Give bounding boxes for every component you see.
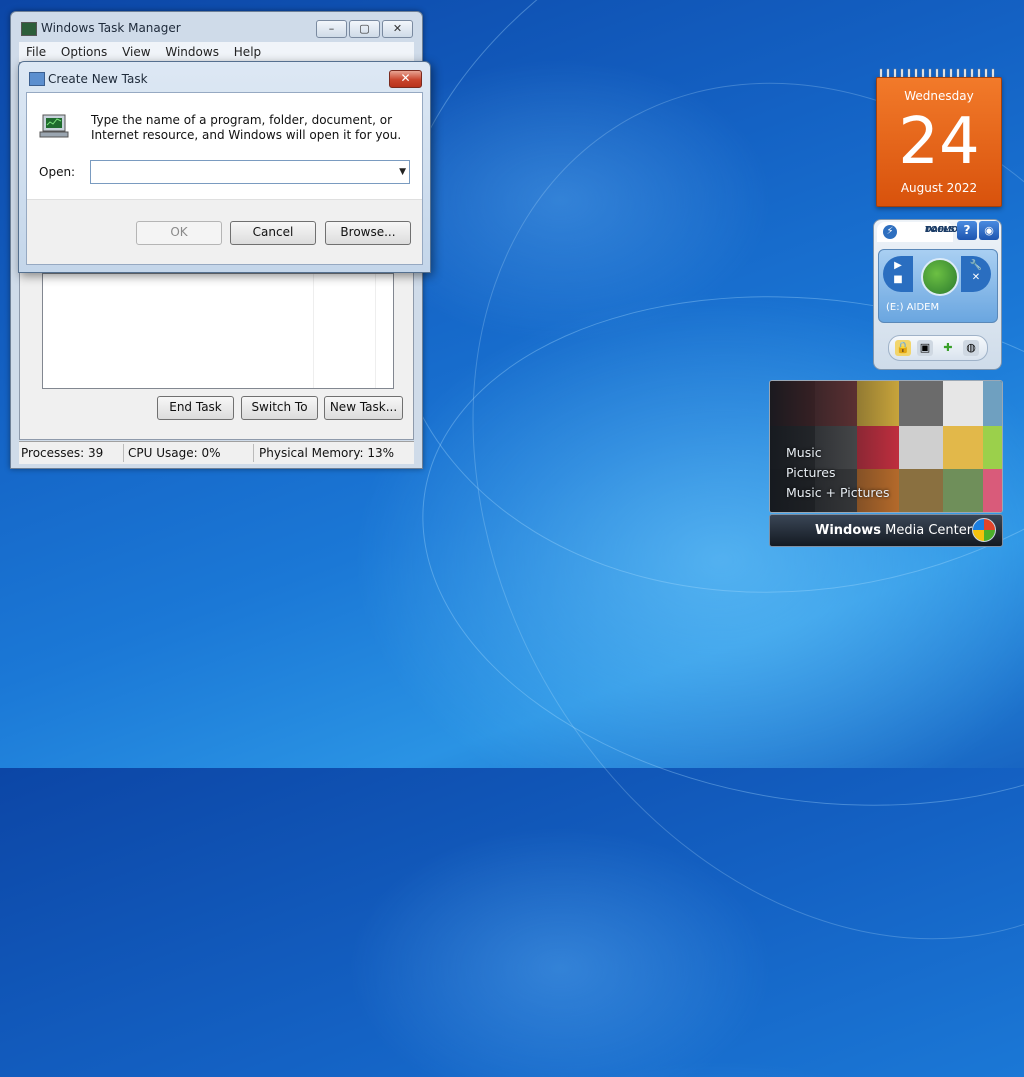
menu-bar: File Options View Windows Help [19, 42, 414, 62]
minimize-button[interactable]: – [316, 20, 347, 38]
menu-options[interactable]: Options [61, 42, 107, 62]
lock-icon[interactable]: 🔒 [895, 340, 911, 356]
processes-count: Processes: 39 [21, 446, 104, 460]
run-icon [29, 72, 45, 86]
task-manager-title: Windows Task Manager [41, 21, 181, 35]
logo-line2: TOOLS [925, 225, 955, 234]
menu-view[interactable]: View [122, 42, 150, 62]
media-tile [943, 469, 983, 512]
media-tile [983, 426, 1002, 469]
media-center-brand: Windows Media Center [815, 523, 972, 538]
daemon-tools-gadget[interactable]: ⚡ DAEMON TOOLS ? ◉ ▶ ■ 🔧 ✕ (E:) AIDEM 🔒 … [873, 219, 1002, 370]
remove-drive-icon[interactable]: ◍ [963, 340, 979, 356]
open-combobox[interactable]: ▼ [90, 160, 410, 184]
open-label: Open: [39, 165, 76, 179]
calendar-weekday: Wednesday [904, 89, 974, 103]
help-button[interactable]: ? [957, 221, 977, 240]
cancel-button[interactable]: Cancel [230, 221, 316, 245]
close-icon[interactable]: ✕ [389, 70, 422, 88]
dialog-client: Type the name of a program, folder, docu… [26, 92, 423, 265]
applications-list[interactable] [42, 273, 394, 389]
daemon-tools-logo: ⚡ DAEMON TOOLS [877, 222, 965, 242]
switch-to-button[interactable]: Switch To [241, 396, 318, 420]
menu-help[interactable]: Help [234, 42, 261, 62]
virtual-drive-panel: ▶ ■ 🔧 ✕ (E:) AIDEM [878, 249, 998, 323]
media-tile [943, 426, 983, 469]
windows-orb-icon[interactable] [972, 518, 996, 542]
dialog-description: Type the name of a program, folder, docu… [91, 113, 402, 142]
stop-icon[interactable]: ■ [883, 274, 913, 285]
close-button[interactable]: ✕ [382, 20, 413, 38]
rss-icon[interactable]: ◉ [979, 221, 999, 240]
dialog-footer: OK Cancel Browse... [27, 199, 422, 264]
wrench-icon[interactable]: 🔧 [961, 260, 991, 271]
new-task-button[interactable]: New Task... [324, 396, 403, 420]
cpu-usage: CPU Usage: 0% [128, 446, 221, 460]
physical-memory: Physical Memory: 13% [259, 446, 395, 460]
calendar-day: 24 [898, 105, 980, 179]
open-input[interactable] [95, 162, 389, 182]
settings-eject-controls[interactable]: 🔧 ✕ [961, 256, 991, 292]
image-catalog-icon[interactable]: ▣ [917, 340, 933, 356]
brand-rest: Media Center [881, 523, 973, 538]
play-stop-controls[interactable]: ▶ ■ [883, 256, 913, 292]
status-bar: Processes: 39 CPU Usage: 0% Physical Mem… [19, 441, 414, 464]
lightning-icon: ⚡ [883, 225, 897, 239]
media-music[interactable]: Music [786, 445, 822, 460]
end-task-button[interactable]: End Task [157, 396, 234, 420]
maximize-button[interactable]: ▢ [349, 20, 380, 38]
dialog-title: Create New Task [48, 72, 148, 86]
task-manager-icon [21, 22, 37, 36]
browse-button[interactable]: Browse... [325, 221, 411, 245]
daemon-mascot-icon [921, 258, 959, 296]
unmount-icon[interactable]: ✕ [961, 272, 991, 283]
menu-windows[interactable]: Windows [165, 42, 219, 62]
chevron-down-icon[interactable]: ▼ [399, 167, 406, 177]
media-tile [983, 469, 1002, 512]
task-manager-titlebar[interactable]: Windows Task Manager – ▢ ✕ [11, 12, 422, 42]
media-tile [943, 381, 983, 426]
media-music-pictures[interactable]: Music + Pictures [786, 485, 890, 500]
brand-bold: Windows [815, 523, 882, 538]
add-drive-icon[interactable]: ✚ [940, 340, 956, 356]
media-tile [983, 381, 1002, 426]
media-center-bar[interactable]: Windows Media Center [769, 514, 1003, 547]
monitor-icon [39, 114, 69, 138]
calendar-month-year: August 2022 [900, 181, 978, 195]
media-tile [899, 426, 943, 469]
menu-file[interactable]: File [26, 42, 46, 62]
media-tile [899, 381, 943, 426]
ok-button[interactable]: OK [136, 221, 222, 245]
calendar-gadget[interactable]: Wednesday 24 August 2022 [876, 77, 1002, 207]
media-pictures[interactable]: Pictures [786, 465, 836, 480]
create-new-task-dialog[interactable]: Create New Task ✕ Type the name of a pro… [18, 61, 431, 273]
media-tile [899, 469, 943, 512]
play-icon[interactable]: ▶ [883, 260, 913, 271]
media-center-gadget[interactable]: Music Pictures Music + Pictures [769, 380, 1003, 513]
drive-label: (E:) AIDEM [886, 302, 940, 313]
daemon-toolbar: 🔒 ▣ ✚ ◍ [888, 335, 988, 361]
